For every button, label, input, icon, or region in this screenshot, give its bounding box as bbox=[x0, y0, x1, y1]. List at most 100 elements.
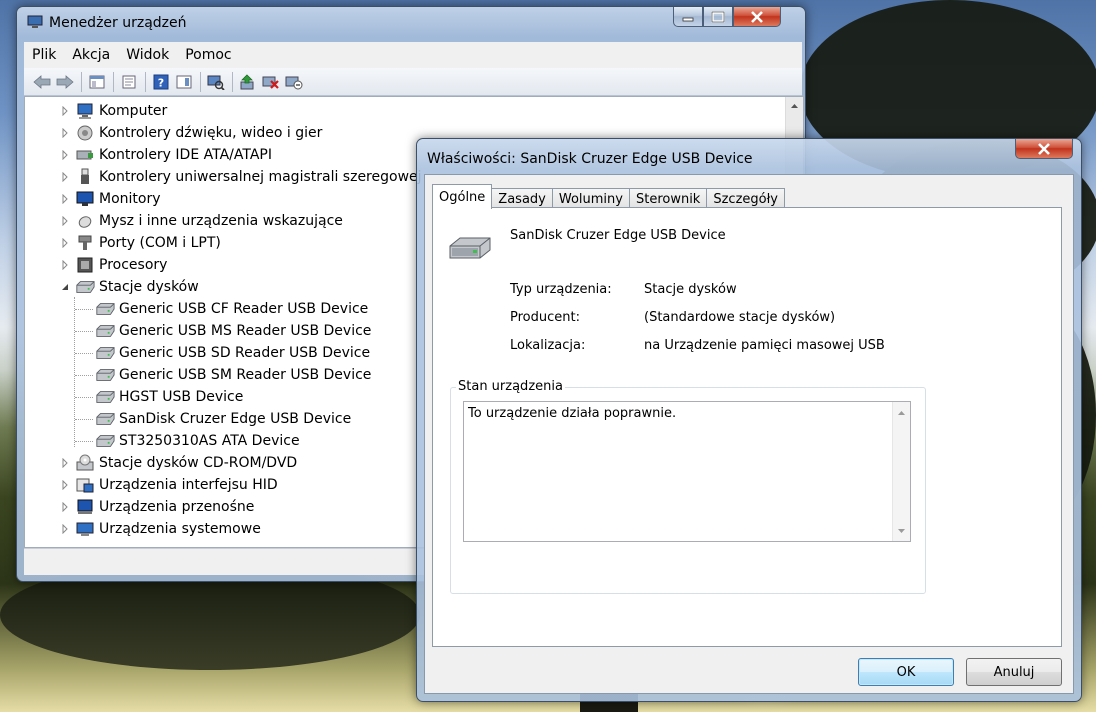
console-tree-button[interactable] bbox=[87, 72, 107, 92]
scroll-down-arrow-icon[interactable] bbox=[893, 522, 910, 539]
menu-plik[interactable]: Plik bbox=[24, 47, 64, 63]
tab-zasady[interactable]: Zasady bbox=[491, 188, 553, 209]
uninstall-button[interactable] bbox=[261, 72, 281, 92]
update-driver-button[interactable] bbox=[238, 72, 258, 92]
menu-widok[interactable]: Widok bbox=[118, 47, 177, 63]
hid-icon bbox=[75, 476, 95, 494]
device-large-icon bbox=[446, 236, 494, 265]
cancel-button[interactable]: Anuluj bbox=[966, 658, 1062, 686]
system-device-icon bbox=[75, 520, 95, 538]
usb-plug-icon bbox=[75, 168, 95, 186]
tree-category[interactable]: Stacje dysków CD-ROM/DVD bbox=[59, 452, 297, 474]
collapsed-arrow-icon[interactable] bbox=[59, 127, 71, 139]
action-pane-button[interactable] bbox=[174, 72, 194, 92]
tree-item-label: Urządzenia interfejsu HID bbox=[99, 477, 278, 493]
disk-drive-icon bbox=[95, 366, 115, 384]
collapsed-arrow-icon[interactable] bbox=[59, 523, 71, 535]
collapsed-arrow-icon[interactable] bbox=[59, 215, 71, 227]
disk-drive-icon bbox=[95, 300, 115, 318]
tab-szczegoly[interactable]: Szczegóły bbox=[706, 188, 785, 209]
tree-category[interactable]: Stacje dysków bbox=[59, 276, 199, 298]
close-icon bbox=[751, 10, 763, 23]
menu-akcja[interactable]: Akcja bbox=[64, 47, 118, 63]
tree-item-label: Generic USB SM Reader USB Device bbox=[119, 367, 372, 383]
scan-hardware-button[interactable] bbox=[206, 72, 226, 92]
tree-device[interactable]: Generic USB SD Reader USB Device bbox=[95, 342, 370, 364]
collapsed-arrow-icon[interactable] bbox=[59, 501, 71, 513]
tree-device[interactable]: HGST USB Device bbox=[95, 386, 243, 408]
minimize-button[interactable] bbox=[673, 7, 703, 27]
field-manufacturer-label: Producent: bbox=[510, 310, 580, 325]
processor-icon bbox=[75, 256, 95, 274]
scroll-up-arrow-icon[interactable] bbox=[893, 404, 910, 421]
tree-connector-line bbox=[75, 309, 93, 310]
field-manufacturer-value: (Standardowe stacje dysków) bbox=[644, 310, 836, 325]
tree-category[interactable]: Porty (COM i LPT) bbox=[59, 232, 221, 254]
ok-button[interactable]: OK bbox=[858, 658, 954, 686]
cd-drive-icon bbox=[75, 454, 95, 472]
tree-category[interactable]: Urządzenia interfejsu HID bbox=[59, 474, 278, 496]
tree-category[interactable]: Komputer bbox=[59, 100, 167, 122]
computer-icon bbox=[75, 102, 95, 120]
monitor-icon bbox=[75, 190, 95, 208]
close-icon bbox=[1038, 142, 1050, 155]
tree-item-label: Monitory bbox=[99, 191, 161, 207]
tree-device[interactable]: Generic USB SM Reader USB Device bbox=[95, 364, 371, 386]
tree-device[interactable]: Generic USB CF Reader USB Device bbox=[95, 298, 368, 320]
tree-category[interactable]: Kontrolery uniwersalnej magistrali szere… bbox=[59, 166, 422, 188]
device-name-label: SanDisk Cruzer Edge USB Device bbox=[510, 228, 726, 243]
device-status-text: To urządzenie działa poprawnie. bbox=[468, 406, 677, 421]
properties-button[interactable] bbox=[119, 72, 139, 92]
maximize-button[interactable] bbox=[703, 7, 733, 27]
device-status-group-title: Stan urządzenia bbox=[456, 379, 565, 394]
collapsed-arrow-icon[interactable] bbox=[59, 237, 71, 249]
dialog-close-button[interactable] bbox=[1015, 139, 1073, 159]
tree-category[interactable]: Kontrolery dźwięku, wideo i gier bbox=[59, 122, 322, 144]
forward-button[interactable] bbox=[55, 72, 75, 92]
collapsed-arrow-icon[interactable] bbox=[59, 105, 71, 117]
disk-drive-icon bbox=[75, 278, 95, 296]
ide-controller-icon bbox=[75, 146, 95, 164]
tree-device[interactable]: ST3250310AS ATA Device bbox=[95, 430, 300, 452]
update-driver-icon bbox=[240, 73, 254, 89]
device-status-textbox[interactable]: To urządzenie działa poprawnie. bbox=[463, 401, 911, 542]
collapsed-arrow-icon[interactable] bbox=[59, 479, 71, 491]
device-manager-app-icon bbox=[27, 15, 43, 29]
tree-item-label: Urządzenia przenośne bbox=[99, 499, 255, 515]
tree-category[interactable]: Kontrolery IDE ATA/ATAPI bbox=[59, 144, 272, 166]
disk-drive-icon bbox=[95, 388, 115, 406]
collapsed-arrow-icon[interactable] bbox=[59, 259, 71, 271]
back-button[interactable] bbox=[32, 72, 52, 92]
minimize-icon bbox=[682, 17, 694, 21]
tree-category[interactable]: Procesory bbox=[59, 254, 167, 276]
disable-button[interactable] bbox=[284, 72, 304, 92]
tree-item-label: Kontrolery uniwersalnej magistrali szere… bbox=[99, 169, 422, 185]
tree-category[interactable]: Urządzenia przenośne bbox=[59, 496, 254, 518]
tree-item-label: Generic USB CF Reader USB Device bbox=[119, 301, 369, 317]
tree-connector-line bbox=[75, 419, 93, 420]
scroll-up-arrow-icon[interactable] bbox=[786, 97, 803, 114]
menu-pomoc[interactable]: Pomoc bbox=[177, 47, 239, 63]
tree-item-label: ST3250310AS ATA Device bbox=[119, 433, 300, 449]
tree-category[interactable]: Mysz i inne urządzenia wskazujące bbox=[59, 210, 343, 232]
tab-sterownik[interactable]: Sterownik bbox=[628, 188, 708, 209]
collapsed-arrow-icon[interactable] bbox=[59, 149, 71, 161]
tab-ogolne[interactable]: Ogólne bbox=[432, 184, 493, 209]
tree-device[interactable]: SanDisk Cruzer Edge USB Device bbox=[95, 408, 351, 430]
collapsed-arrow-icon[interactable] bbox=[59, 171, 71, 183]
help-button[interactable]: ? bbox=[151, 72, 171, 92]
tree-item-label: Mysz i inne urządzenia wskazujące bbox=[99, 213, 343, 229]
tree-item-label: HGST USB Device bbox=[119, 389, 244, 405]
device-status-scrollbar[interactable] bbox=[892, 402, 910, 541]
scan-hardware-icon bbox=[207, 75, 225, 90]
properties-dialog-title: Właściwości: SanDisk Cruzer Edge USB Dev… bbox=[427, 151, 753, 167]
tab-woluminy[interactable]: Woluminy bbox=[551, 188, 630, 209]
tree-category[interactable]: Urządzenia systemowe bbox=[59, 518, 261, 540]
close-button[interactable] bbox=[733, 7, 781, 27]
tree-device[interactable]: Generic USB MS Reader USB Device bbox=[95, 320, 371, 342]
collapsed-arrow-icon[interactable] bbox=[59, 193, 71, 205]
expanded-arrow-icon[interactable] bbox=[59, 281, 71, 293]
tree-category[interactable]: Monitory bbox=[59, 188, 161, 210]
tree-item-label: Stacje dysków bbox=[99, 279, 199, 295]
collapsed-arrow-icon[interactable] bbox=[59, 457, 71, 469]
